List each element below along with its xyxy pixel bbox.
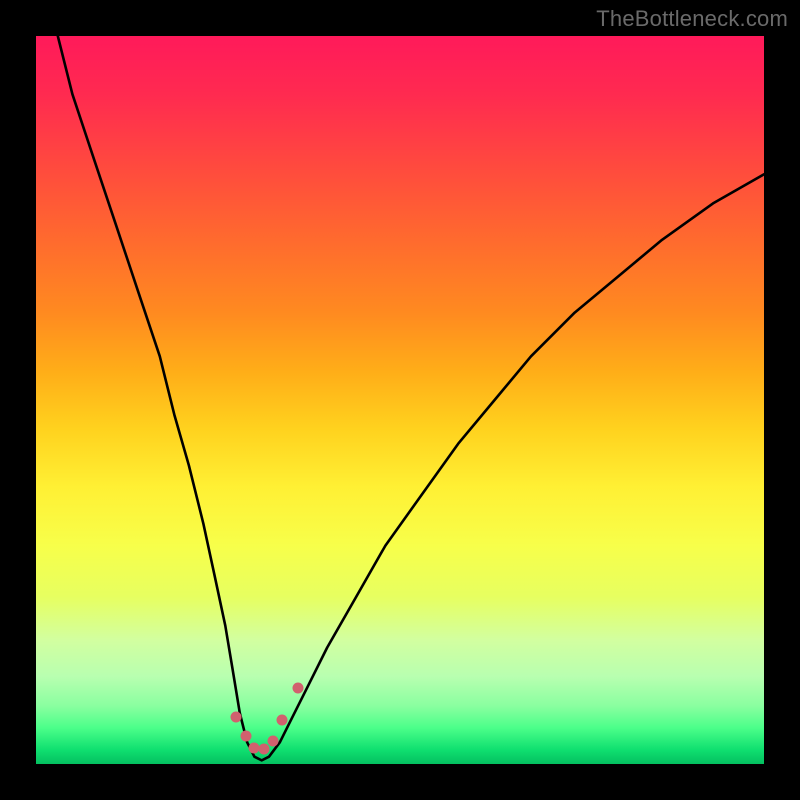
plot-area [36,36,764,764]
trough-dot-group [36,36,764,764]
trough-dot [240,731,251,742]
trough-dot [277,715,288,726]
trough-dot [267,735,278,746]
watermark-text: TheBottleneck.com [596,6,788,32]
trough-dot [231,711,242,722]
trough-dot [293,682,304,693]
chart-frame: TheBottleneck.com [0,0,800,800]
trough-dot [258,744,269,755]
